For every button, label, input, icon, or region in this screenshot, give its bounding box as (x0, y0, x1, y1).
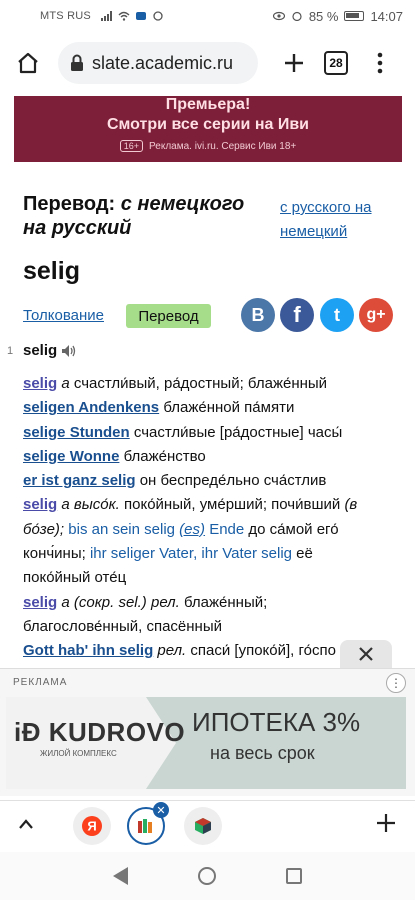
recents-icon[interactable] (286, 868, 302, 884)
browser-tab-strip: Я ✕ (0, 800, 415, 850)
googleplus-share-button[interactable]: g+ (359, 298, 393, 332)
yandex-icon: Я (82, 816, 102, 836)
home-icon (18, 52, 38, 74)
ad-logo: iÐ KUDROVO (14, 717, 186, 747)
list-item: er ist ganz selig он беспреде́льно сча́с… (23, 472, 327, 490)
info-icon[interactable]: ⋮ (386, 673, 406, 693)
wifi-icon (118, 11, 130, 21)
list-item: selige Wonne блаже́нство (23, 447, 206, 465)
lock-icon (71, 54, 83, 71)
carrier-label: MTS RUS (40, 10, 91, 22)
new-tab-button[interactable] (276, 45, 312, 81)
tab-perevod[interactable]: Перевод (126, 304, 211, 328)
ad-top-disclaimer: Реклама. ivi.ru. Сервис Иви 18+ (149, 140, 297, 152)
tab-tolkovanie[interactable]: Толкование (23, 307, 104, 324)
eye-icon (272, 11, 285, 21)
battery-percent: 85 % (308, 8, 339, 24)
books-icon (138, 819, 152, 833)
signal-icon (100, 11, 112, 21)
vpn-icon (135, 12, 146, 20)
back-icon[interactable] (113, 867, 128, 885)
cube-icon (195, 818, 211, 834)
ad-creative[interactable]: iÐ KUDROVO ЖИЛОЙ КОМПЛЕКС ИПОТЕКА 3% на … (6, 697, 406, 789)
close-ad-button[interactable] (340, 640, 392, 668)
system-nav-bar (0, 852, 415, 900)
title-prefix: Перевод: (23, 193, 116, 215)
menu-button[interactable] (362, 45, 398, 81)
plus-icon (285, 54, 303, 72)
list-item: selig a счастли́вый, ра́достный; блаже́н… (23, 375, 328, 392)
close-icon (359, 647, 373, 661)
list-item: selige Stunden счастли́вые [ра́достные] … (23, 423, 343, 441)
url-text: slate.academic.ru (92, 52, 234, 73)
battery-icon (344, 11, 365, 21)
tab-switcher-button[interactable]: 28 (324, 51, 348, 75)
alt-direction-link[interactable]: с русского на немецкий (280, 196, 400, 244)
home-circle-icon[interactable] (198, 867, 216, 885)
ad-banner-bottom[interactable]: РЕКЛАМА ⋮ iÐ KUDROVO ЖИЛОЙ КОМПЛЕКС ИПОТ… (0, 668, 415, 796)
dictionary-entry: selig a счастли́вый, ра́достный; блаже́н… (23, 372, 398, 664)
list-item: selig a (сокр. sel.) рел. блаже́нный; (23, 593, 268, 611)
address-bar[interactable]: slate.academic.ru (58, 42, 258, 84)
alarm-icon (292, 11, 302, 21)
facebook-share-button[interactable]: f (280, 298, 314, 332)
browser-toolbar: slate.academic.ru 28 (0, 32, 415, 94)
home-button[interactable] (10, 45, 46, 81)
word-title: selig (23, 257, 80, 285)
svg-text:Я: Я (87, 819, 96, 834)
plus-icon (377, 814, 395, 832)
chevron-up-icon[interactable] (18, 813, 34, 836)
entry-headword: selig (23, 342, 77, 359)
ad-banner-top[interactable]: Премьера! Смотри все серии на Иви 16+ Ре… (14, 96, 402, 162)
headword-text: selig (23, 342, 58, 359)
list-item: selig a высо́к. поко́йный, уме́рший; поч… (23, 496, 358, 514)
status-bar: MTS RUS 85 % 14:07 (0, 0, 415, 32)
tab-other[interactable] (184, 807, 222, 845)
page-title: Перевод: с немецкого на русский (23, 192, 268, 240)
entry-number: 1 (7, 345, 14, 357)
ad-headline: ИПОТЕКА 3% (192, 707, 361, 737)
ad-logo-sub: ЖИЛОЙ КОМПЛЕКС (40, 749, 117, 758)
more-vert-icon (377, 52, 383, 74)
sync-icon (153, 11, 163, 21)
clock: 14:07 (370, 8, 403, 24)
tab-yandex[interactable]: Я (73, 807, 111, 845)
close-tab-icon[interactable]: ✕ (153, 802, 169, 818)
speaker-icon[interactable] (61, 344, 77, 358)
ad-subline: на весь срок (210, 743, 315, 763)
age-rating: 16+ (119, 140, 144, 152)
vk-share-button[interactable]: B (241, 298, 275, 332)
ad-label: РЕКЛАМА (13, 677, 68, 688)
twitter-share-button[interactable]: t (320, 298, 354, 332)
ad-top-line2: Смотри все серии на Иви (107, 116, 309, 133)
ad-top-line1: Премьера! (165, 96, 251, 113)
add-tab-button[interactable] (376, 809, 396, 840)
list-item: seligen Andenkens блаже́нной па́мяти (23, 399, 295, 417)
